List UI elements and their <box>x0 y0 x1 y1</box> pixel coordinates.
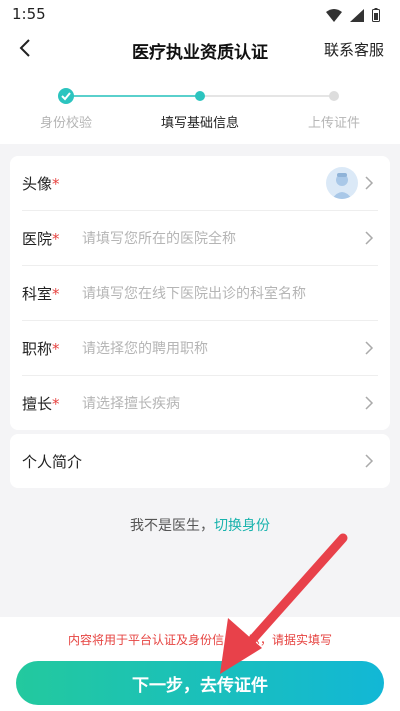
step-label-upload: 上传证件 <box>307 116 360 131</box>
switch-identity-line: 我不是医生，切换身份 <box>0 515 400 535</box>
status-icons <box>326 8 380 22</box>
chevron-right-icon <box>365 396 374 410</box>
wifi-icon <box>326 8 342 22</box>
title-label: 职称* <box>22 339 60 358</box>
hospital-label: 医院* <box>22 229 60 248</box>
intro-card: 个人简介 <box>10 434 390 488</box>
chevron-right-icon <box>365 176 374 190</box>
step-line-done <box>66 95 200 97</box>
chevron-right-icon <box>365 454 374 468</box>
progress-steps: 身份校验 填写基础信息 上传证件 <box>0 68 400 144</box>
department-input[interactable]: 请填写您在线下医院出诊的科室名称 <box>82 283 378 303</box>
info-notice: 内容将用于平台认证及身份信息展示，请据实填写 <box>67 633 332 647</box>
avatar-label: 头像* <box>22 174 60 193</box>
step-label-identity: 身份校验 <box>39 116 92 131</box>
switch-identity-text: 我不是医生， <box>130 518 214 534</box>
step-current-dot <box>195 91 205 101</box>
hospital-input[interactable]: 请填写您所在的医院全称 <box>82 228 378 248</box>
department-label: 科室* <box>22 284 60 303</box>
intro-label: 个人简介 <box>22 452 83 471</box>
avatar[interactable] <box>326 167 358 199</box>
bottom-bar: 内容将用于平台认证及身份信息展示，请据实填写 下一步，去传证件 <box>0 617 400 711</box>
status-time: 1:55 <box>12 5 46 23</box>
chevron-right-icon <box>365 341 374 355</box>
step-line-pending <box>200 95 334 97</box>
title-row[interactable]: 职称* 请选择您的聘用职称 <box>22 320 378 375</box>
next-step-button[interactable]: 下一步，去传证件 <box>16 661 384 705</box>
step-pending-dot <box>329 91 339 101</box>
contact-service-link[interactable]: 联系客服 <box>324 39 384 60</box>
specialty-select[interactable]: 请选择擅长疾病 <box>82 393 378 413</box>
step-label-basic-info: 填写基础信息 <box>160 116 239 131</box>
hospital-row[interactable]: 医院* 请填写您所在的医院全称 <box>22 210 378 265</box>
battery-icon <box>372 8 380 22</box>
avatar-row[interactable]: 头像* <box>22 156 378 210</box>
department-row[interactable]: 科室* 请填写您在线下医院出诊的科室名称 <box>22 265 378 320</box>
specialty-row[interactable]: 擅长* 请选择擅长疾病 <box>22 375 378 430</box>
status-bar: 1:55 <box>0 0 400 30</box>
title-select[interactable]: 请选择您的聘用职称 <box>82 338 378 358</box>
basic-info-card: 头像* 医院* 请填写您所在的医院全称 科室* 请填写您在线下医院出诊的科室名称… <box>10 156 390 430</box>
step-done-check-icon <box>58 88 74 104</box>
chevron-right-icon <box>365 231 374 245</box>
switch-identity-link[interactable]: 切换身份 <box>214 518 270 534</box>
intro-row[interactable]: 个人简介 <box>22 434 378 488</box>
signal-icon <box>350 8 364 22</box>
specialty-label: 擅长* <box>22 394 60 413</box>
nav-bar: 医疗执业资质认证 联系客服 <box>0 30 400 68</box>
